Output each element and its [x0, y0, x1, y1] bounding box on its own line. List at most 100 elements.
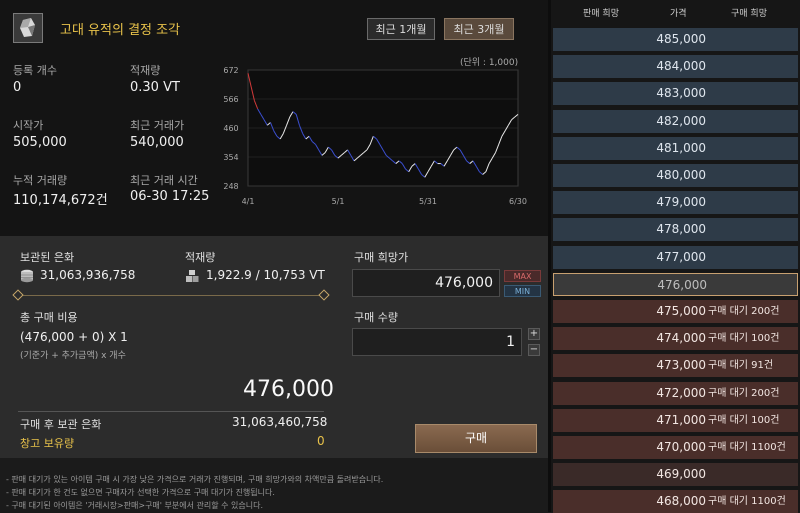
loadage-value: 0.30 VT — [130, 80, 180, 95]
quantity-minus-button[interactable]: − — [528, 344, 540, 356]
row-price: 481,000 — [656, 140, 706, 155]
orderbook-row[interactable]: 477,000 — [553, 245, 798, 269]
total-trades-value: 110,174,672건 — [13, 193, 108, 208]
price-label: 구매 희망가 — [354, 251, 409, 264]
loadage-label: 적재량 — [130, 64, 161, 77]
cost-label: 총 구매 비용 — [20, 311, 78, 324]
cost-formula: (476,000 + 0) X 1 — [20, 330, 128, 344]
registered-value: 0 — [13, 80, 22, 95]
orderbook-row[interactable]: 471,000 구매 대기 100건 — [553, 408, 798, 432]
cost-formula-note: (기준가 + 추가금액) x 개수 — [20, 351, 126, 361]
item-name: 고대 유적의 결정 조각 — [60, 23, 181, 38]
row-price: 474,000 — [656, 331, 706, 346]
chart-y-tick: 354 — [223, 153, 238, 162]
note-3: - 구매 대기된 아이템은 '거래시장>판매>구매' 부분에서 관리할 수 있습… — [6, 501, 264, 510]
row-price: 485,000 — [656, 32, 706, 46]
chart-y-tick: 248 — [223, 182, 238, 191]
chart-y-tick: 460 — [223, 124, 238, 133]
registered-label: 등록 개수 — [13, 64, 57, 77]
recent-time-value: 06-30 17:25 — [130, 189, 210, 204]
row-wait: 구매 대기 100건 — [708, 414, 780, 426]
row-price: 484,000 — [656, 59, 706, 74]
weight-value: 1,922.9 / 10,753 VT — [206, 268, 325, 282]
total-trades-label: 누적 거래량 — [13, 174, 68, 187]
chart-x-tick: 5/1 — [332, 197, 345, 206]
chart-y-tick: 672 — [223, 66, 238, 75]
row-wait: 구매 대기 200건 — [708, 387, 780, 399]
orderbook-row[interactable]: 469,000 — [553, 463, 798, 487]
chart-y-tick: 566 — [223, 95, 238, 104]
orderbook-row[interactable]: 482,000 — [553, 109, 798, 133]
note-1: - 판매 대기가 있는 아이템 구매 시 가장 낮은 가격으로 거래가 진행되며… — [6, 475, 384, 484]
start-price-label: 시작가 — [13, 119, 44, 132]
row-wait: 구매 대기 200건 — [708, 306, 780, 317]
row-price: 476,000 — [657, 277, 707, 292]
row-price: 473,000 — [656, 358, 706, 373]
orderbook-row[interactable]: 485,000 — [553, 28, 798, 51]
price-chart: 672 566 460 354 248 4/1 5/1 5/31 6/30 — [223, 66, 527, 206]
chart-x-tick: 6/30 — [509, 197, 527, 206]
orderbook-row[interactable]: 478,000 — [553, 218, 798, 242]
separator — [18, 411, 324, 412]
max-button[interactable]: MAX — [504, 270, 541, 282]
row-price: 471,000 — [656, 412, 706, 427]
recent-price-label: 최근 거래가 — [130, 119, 185, 132]
buy-button[interactable]: 구매 — [415, 424, 537, 453]
orderbook-row[interactable]: 483,000 — [553, 82, 798, 106]
orderbook-row[interactable]: 480,000 — [553, 164, 798, 187]
storage-label: 창고 보유량 — [20, 437, 75, 450]
orderbook-row[interactable]: 474,000 구매 대기 100건 — [553, 327, 798, 351]
orderbook-row[interactable]: 468,000 구매 대기 1100건 — [553, 490, 798, 513]
orderbook-row[interactable]: 484,000 — [553, 55, 798, 79]
row-price: 480,000 — [656, 168, 706, 182]
orderbook-row[interactable]: 475,000 구매 대기 200건 — [553, 300, 798, 323]
item-icon[interactable] — [13, 13, 43, 43]
chart-x-tick: 4/1 — [242, 197, 255, 206]
divider-line — [18, 295, 324, 296]
period-1month-button[interactable]: 최근 1개월 — [367, 18, 435, 40]
row-wait: 구매 대기 1100건 — [708, 442, 786, 453]
price-input[interactable]: 476,000 — [352, 269, 500, 297]
after-silver-label: 구매 후 보관 은화 — [20, 418, 102, 431]
row-price: 482,000 — [656, 113, 706, 128]
silver-label: 보관된 은화 — [20, 251, 75, 264]
row-price: 472,000 — [656, 385, 706, 400]
period-3months-button[interactable]: 최근 3개월 — [444, 18, 514, 40]
silver-value: 31,063,936,758 — [40, 268, 136, 282]
chart-x-tick: 5/31 — [419, 197, 437, 206]
row-price: 478,000 — [656, 222, 706, 237]
orderbook-row-current[interactable]: 476,000 — [553, 272, 798, 296]
crystal-fragment-icon — [20, 18, 35, 37]
silver-coins-icon — [20, 268, 34, 283]
orderbook-row[interactable]: 470,000 구매 대기 1100건 — [553, 436, 798, 459]
start-price-value: 505,000 — [13, 135, 67, 150]
header-sell: 판매 희망 — [583, 9, 619, 19]
quantity-input[interactable]: 1 — [352, 328, 522, 356]
after-silver-value: 31,063,460,758 — [232, 415, 328, 429]
row-price: 469,000 — [656, 467, 706, 482]
header-buy: 구매 희망 — [731, 9, 767, 19]
row-price: 483,000 — [656, 86, 706, 101]
quantity-label: 구매 수량 — [354, 311, 398, 324]
row-price: 468,000 — [656, 494, 706, 509]
min-button[interactable]: MIN — [504, 285, 541, 297]
total-cost: 476,000 — [243, 377, 334, 402]
row-price: 477,000 — [656, 249, 706, 264]
orderbook-row[interactable]: 479,000 — [553, 191, 798, 215]
quantity-plus-button[interactable]: + — [528, 328, 540, 340]
recent-price-value: 540,000 — [130, 135, 184, 150]
weight-label: 적재량 — [185, 251, 216, 264]
header-price: 가격 — [670, 9, 687, 19]
row-wait: 구매 대기 1100건 — [708, 496, 786, 508]
note-2: - 판매 대기가 한 건도 없으면 구매자가 선택한 가격으로 구매 대기가 진… — [6, 488, 275, 497]
recent-time-label: 최근 거래 시간 — [130, 174, 198, 187]
row-price: 479,000 — [656, 195, 706, 210]
storage-value: 0 — [317, 434, 325, 448]
weight-boxes-icon — [185, 268, 199, 282]
row-price: 470,000 — [656, 440, 706, 454]
orderbook-row[interactable]: 472,000 구매 대기 200건 — [553, 381, 798, 405]
row-wait: 구매 대기 100건 — [708, 333, 780, 345]
row-price: 475,000 — [656, 304, 706, 318]
orderbook-row[interactable]: 473,000 구매 대기 91건 — [553, 354, 798, 378]
orderbook-row[interactable]: 481,000 — [553, 136, 798, 160]
